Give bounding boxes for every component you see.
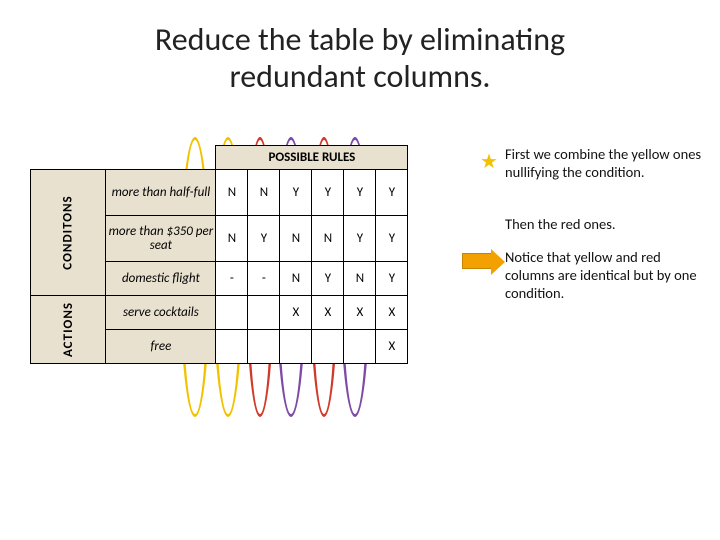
arrow-icon [462,253,492,269]
r1c2: N [248,170,280,216]
r5c5 [344,330,376,364]
r3c3: N [280,262,312,296]
r2c3: N [280,216,312,262]
note-1: First we combine the yellow ones nullify… [505,145,710,181]
slide-title: Reduce the table by eliminating redundan… [0,0,720,96]
r5c3 [280,330,312,364]
r2c1: N [216,216,248,262]
r2c4: N [312,216,344,262]
conditions-label: CONDITONS [31,170,106,296]
r4c1 [216,296,248,330]
r1c4: Y [312,170,344,216]
row5-label: free [106,330,216,364]
actions-label: ACTIONS [31,296,106,364]
r2c5: Y [344,216,376,262]
r4c2 [248,296,280,330]
r1c3: Y [280,170,312,216]
note-2: Then the red ones. [505,215,705,233]
r5c1 [216,330,248,364]
r1c1: N [216,170,248,216]
title-line-1: Reduce the table by eliminating [155,20,565,59]
r5c2 [248,330,280,364]
r4c5: X [344,296,376,330]
row3-label: domestic flight [106,262,216,296]
r4c6: X [376,296,408,330]
r3c1: - [216,262,248,296]
r3c2: - [248,262,280,296]
r4c3: X [280,296,312,330]
r3c5: N [344,262,376,296]
table-stage: POSSIBLE RULES CONDITONS more than half-… [30,145,460,475]
row4-label: serve cocktails [106,296,216,330]
r5c4 [312,330,344,364]
r4c4: X [312,296,344,330]
row1-label: more than half-full [106,170,216,216]
r3c4: Y [312,262,344,296]
r2c2: Y [248,216,280,262]
row2-label: more than $350 per seat [106,216,216,262]
title-line-2: redundant columns. [230,57,491,96]
rules-header: POSSIBLE RULES [216,146,408,170]
r2c6: Y [376,216,408,262]
note-3: Notice that yellow and red columns are i… [505,248,710,302]
r5c6: X [376,330,408,364]
r3c6: Y [376,262,408,296]
decision-table: POSSIBLE RULES CONDITONS more than half-… [30,145,408,364]
r1c5: Y [344,170,376,216]
star-icon: ★ [478,150,500,172]
r1c6: Y [376,170,408,216]
